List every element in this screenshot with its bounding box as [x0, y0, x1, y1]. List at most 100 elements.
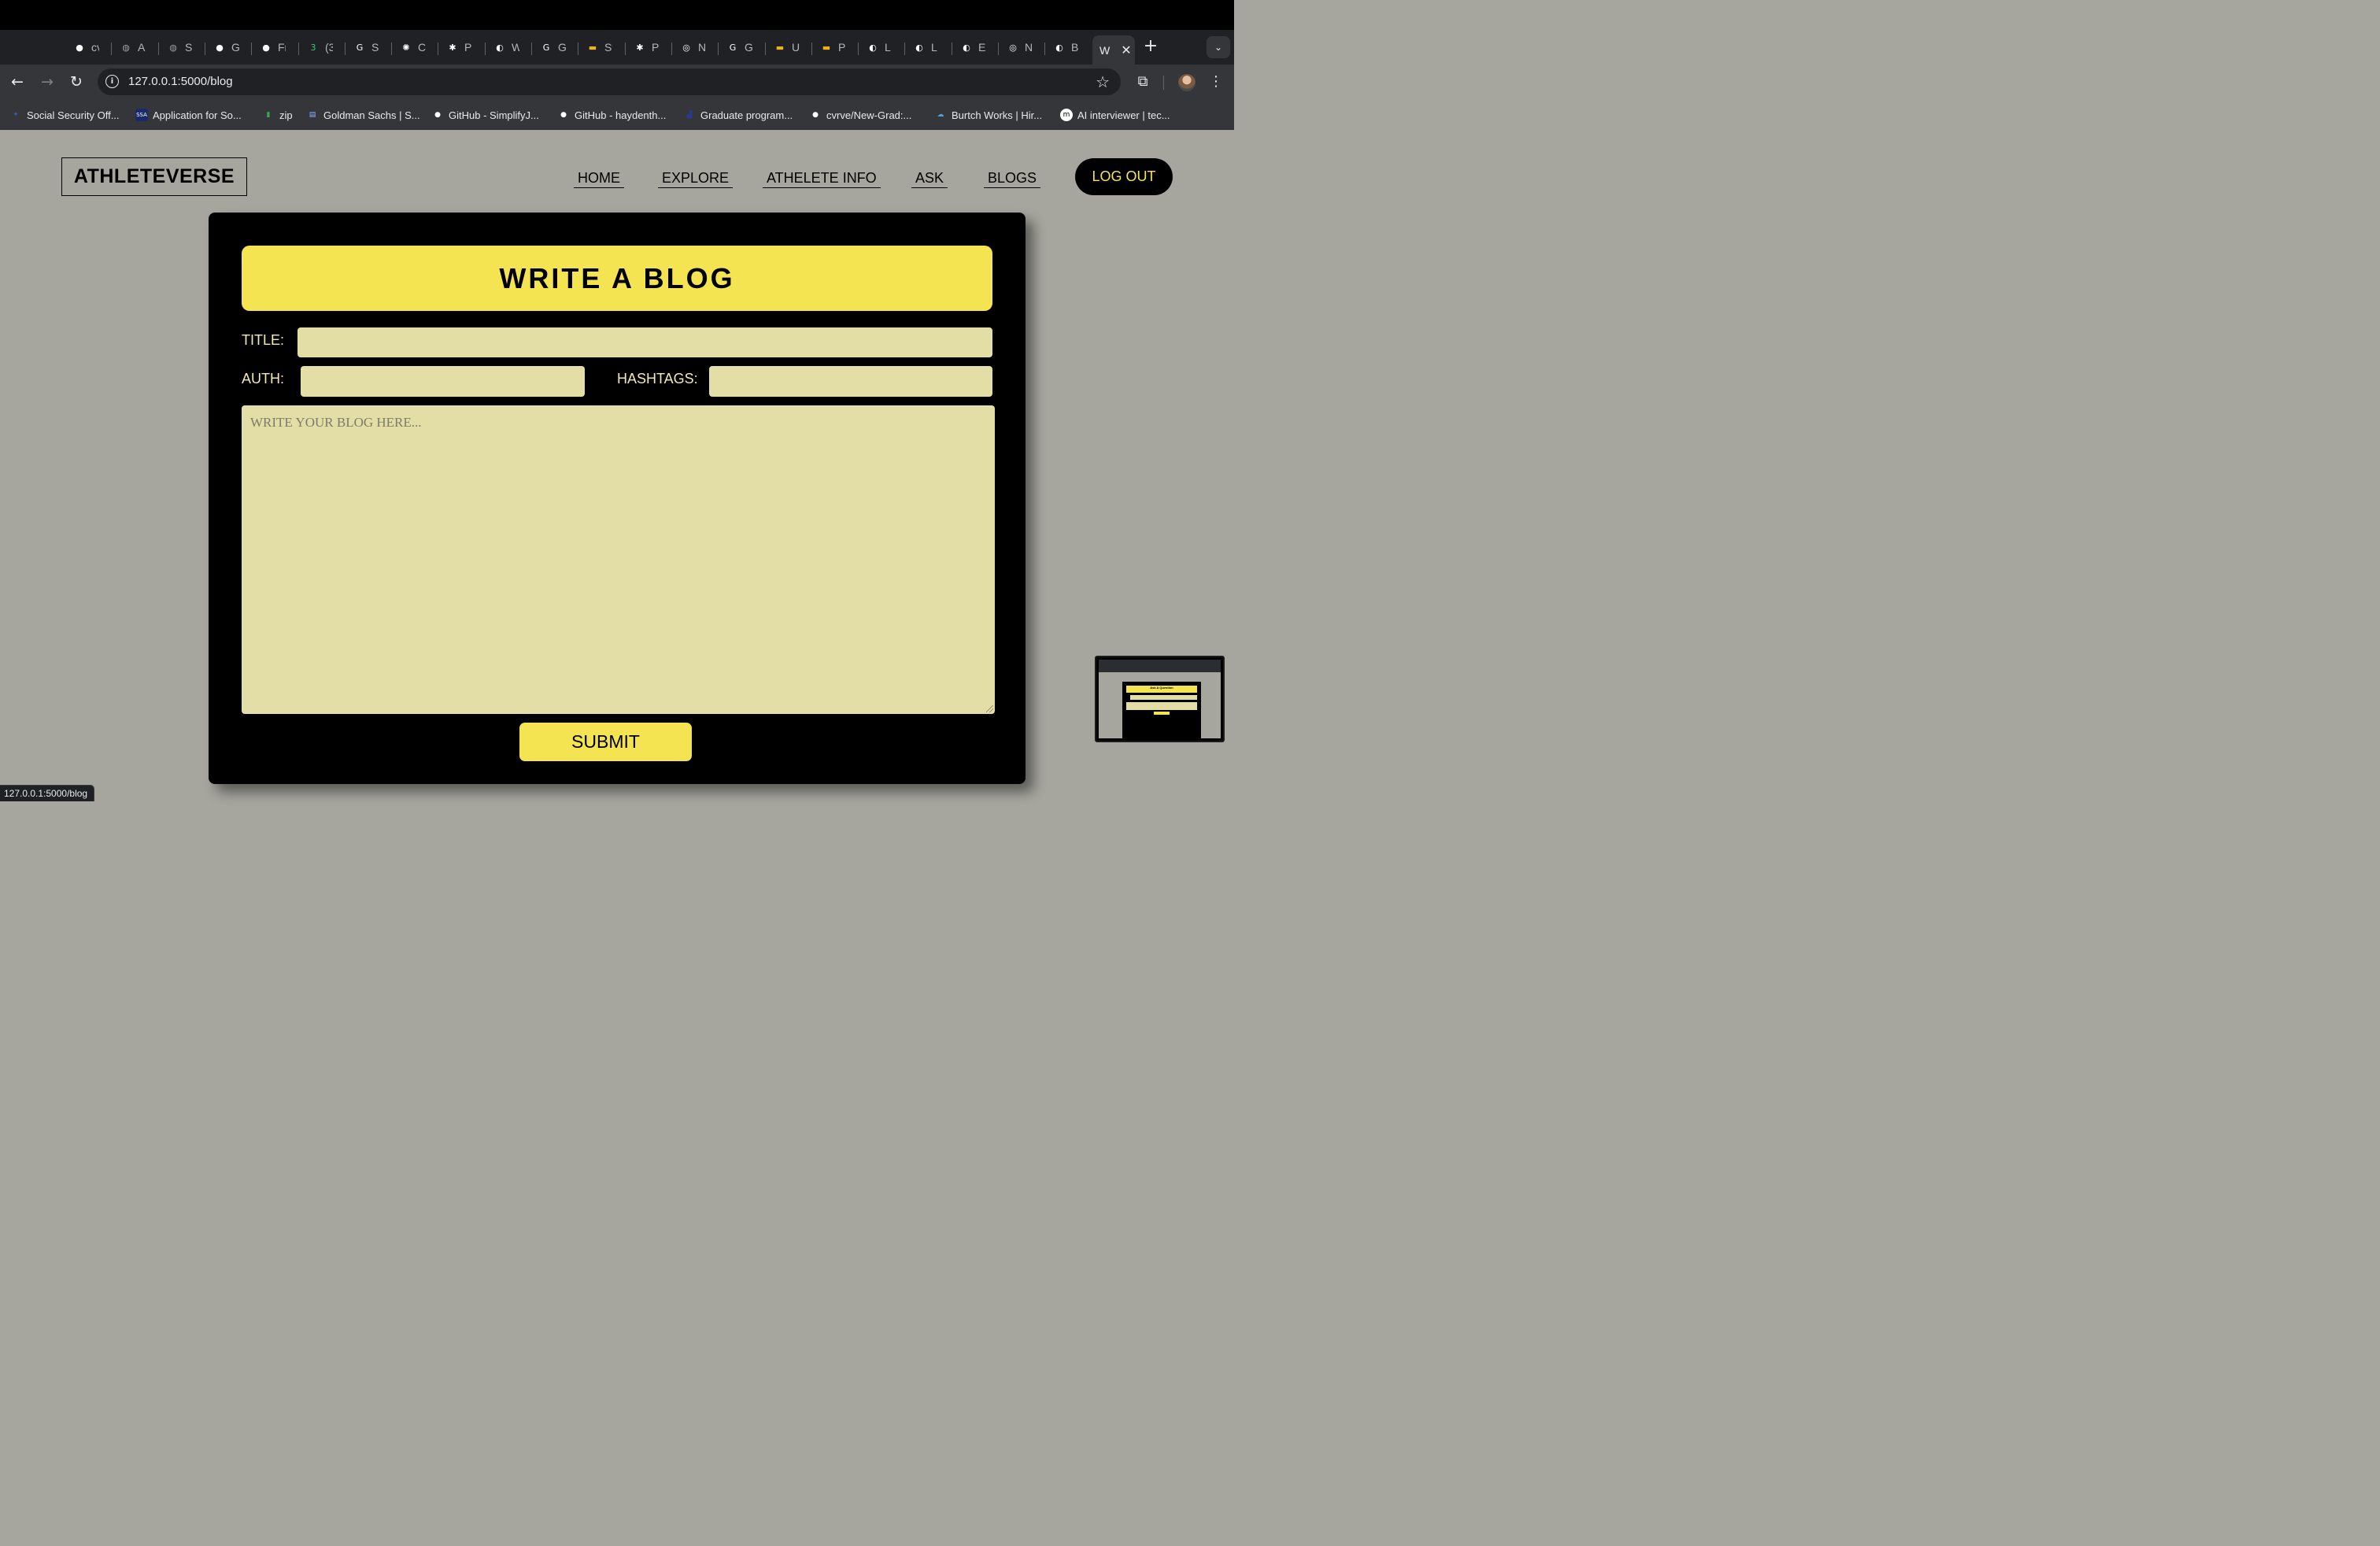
tab-label: Pe	[652, 41, 660, 54]
nav-ask[interactable]: ASK	[911, 170, 948, 188]
nav-explore[interactable]: EXPLORE	[658, 170, 734, 188]
bookmark-item[interactable]: ▤ Goldman Sachs | S...	[306, 108, 420, 122]
thumbnail-heading-bar: Ask A Question	[1126, 686, 1197, 693]
thumbnail-submit	[1154, 712, 1170, 715]
bookmark-item[interactable]: ● cvrve/New-Grad:...	[809, 108, 911, 122]
active-tab[interactable]: W ✕	[1092, 35, 1135, 65]
bookmark-item[interactable]: SSA Application for So...	[135, 108, 242, 122]
title-input[interactable]	[298, 327, 992, 357]
tab-search-button[interactable]: ⌄	[1207, 36, 1230, 58]
author-input[interactable]	[301, 366, 585, 397]
browser-tab[interactable]: ◎ N	[679, 36, 706, 58]
tab-label: N	[698, 41, 706, 54]
tab-bar: ●cv◍AI◍Sc●Gi●Fr3(3GSi✺Cl✱Pe◐WGGi▬St✱Pe◎N…	[0, 30, 1234, 65]
author-label: AUTH:	[242, 371, 284, 386]
blog-body-textarea[interactable]: WRITE YOUR BLOG HERE...	[242, 405, 995, 714]
tab-label: U	[792, 41, 800, 54]
bookmark-item[interactable]: ☁ Burtch Works | Hir...	[934, 108, 1043, 122]
kebab-menu-icon[interactable]: ⋮	[1209, 73, 1223, 91]
browser-tab[interactable]: ✺ Cl	[399, 36, 426, 58]
tab-label: L	[885, 41, 891, 54]
extensions-icon[interactable]: ⧉	[1134, 73, 1151, 91]
google-icon: G	[729, 42, 737, 53]
globe-icon: ◐	[1055, 42, 1063, 53]
browser-tab[interactable]: ◍ Sc	[166, 36, 193, 58]
reload-button[interactable]: ↻	[65, 71, 87, 93]
bookmark-label: Burtch Works | Hir...	[952, 109, 1043, 121]
tab-label: St	[604, 41, 612, 54]
tab-label: W	[512, 41, 519, 54]
browser-tab[interactable]: GG	[726, 36, 752, 58]
bookmark-item[interactable]: ✦ Social Security Off...	[9, 108, 119, 122]
browser-tab[interactable]: ◐ Bl	[1052, 36, 1079, 58]
screenshot-thumbnail[interactable]: Ask A Question	[1095, 656, 1225, 742]
github-icon: ●	[434, 111, 441, 119]
arrow-left-icon: ←	[11, 73, 24, 91]
profile-avatar[interactable]	[1178, 74, 1196, 91]
browser-tab[interactable]: ● Fr	[259, 36, 286, 58]
tab-separator	[858, 43, 859, 55]
browser-tab[interactable]: ▬ St	[586, 36, 612, 58]
tab-label: Bl	[1071, 41, 1079, 54]
thumbnail-textarea	[1126, 702, 1197, 710]
browser-tab[interactable]: ✱ Pe	[445, 36, 472, 58]
bookmark-star-icon[interactable]: ☆	[1096, 72, 1110, 91]
globe-icon: ◐	[496, 42, 504, 53]
resize-handle-icon[interactable]	[986, 705, 993, 712]
browser-tab[interactable]: ◍ AI	[119, 36, 146, 58]
browser-tab[interactable]: ◎ N	[1006, 36, 1033, 58]
nav-blogs[interactable]: BLOGS	[984, 170, 1041, 188]
hashtags-input[interactable]	[709, 366, 992, 397]
tab-separator	[485, 43, 486, 55]
browser-tab[interactable]: ✱ Pe	[633, 36, 660, 58]
address-url[interactable]: 127.0.0.1:5000/blog	[128, 75, 233, 88]
browser-tab[interactable]: ◐ Ex	[959, 36, 986, 58]
back-button[interactable]: ←	[6, 71, 28, 93]
browser-tab[interactable]: ▬ Pr	[819, 36, 846, 58]
nav-athlete-info[interactable]: ATHELETE INFO	[763, 170, 881, 188]
globe-icon: ◐	[915, 42, 923, 53]
bookmark-label: cvrve/New-Grad:...	[826, 109, 912, 121]
bookmark-item[interactable]: ▟ Graduate program...	[683, 108, 793, 122]
thumbnail-browser-bar	[1099, 660, 1221, 672]
browser-tab[interactable]: G Gi	[539, 36, 566, 58]
github-icon: ●	[262, 42, 270, 53]
tab-label: Pe	[464, 41, 472, 54]
browser-tab[interactable]: ◐ L	[866, 36, 893, 58]
github-icon: ●	[76, 42, 83, 53]
bookmark-item[interactable]: ● GitHub - haydenth...	[557, 108, 666, 122]
google-icon: G	[542, 42, 550, 53]
perplexity-icon: ✱	[449, 42, 456, 53]
browser-tab[interactable]: ◐ L	[912, 36, 939, 58]
address-bar[interactable]: i 127.0.0.1:5000/blog ☆	[98, 68, 1121, 95]
new-tab-button[interactable]: +	[1142, 38, 1159, 55]
bookmark-item[interactable]: ● GitHub - SimplifyJ...	[431, 108, 539, 122]
flag-icon: ✦	[13, 111, 19, 119]
site-logo[interactable]: ATHLETEVERSE	[61, 157, 247, 196]
chrome-icon: ◎	[682, 42, 690, 53]
browser-tab[interactable]: ◐ W	[493, 36, 519, 58]
browser-tab[interactable]: G Si	[353, 36, 379, 58]
bookmark-label: Application for So...	[153, 109, 242, 121]
tab-separator	[391, 43, 392, 55]
chatgpt-icon: ✺	[402, 42, 410, 53]
forward-button[interactable]: →	[36, 71, 58, 93]
bookmark-label: GitHub - haydenth...	[575, 109, 667, 121]
bookmark-item[interactable]: ▮ zip	[262, 108, 293, 122]
github-icon: ●	[560, 111, 567, 119]
logout-button[interactable]: LOG OUT	[1075, 158, 1173, 195]
tab-label: N	[1025, 41, 1033, 54]
submit-button[interactable]: SUBMIT	[519, 723, 692, 761]
close-tab-icon[interactable]: ✕	[1121, 43, 1131, 57]
window-top-strip	[0, 0, 1234, 30]
info-icon[interactable]: i	[105, 75, 119, 88]
bookmark-item[interactable]: m AI interviewer | tec...	[1060, 108, 1170, 122]
browser-tab[interactable]: ▬ U	[773, 36, 800, 58]
browser-tab[interactable]: 3 (3	[306, 36, 334, 58]
browser-tab[interactable]: ● Gi	[213, 36, 239, 58]
browser-tab[interactable]: ● cv	[72, 36, 99, 58]
arrow-right-icon: →	[41, 73, 54, 91]
thumbnail-field	[1130, 695, 1197, 700]
bookmark-image-icon: ▤	[309, 111, 316, 119]
nav-home[interactable]: HOME	[574, 170, 624, 188]
